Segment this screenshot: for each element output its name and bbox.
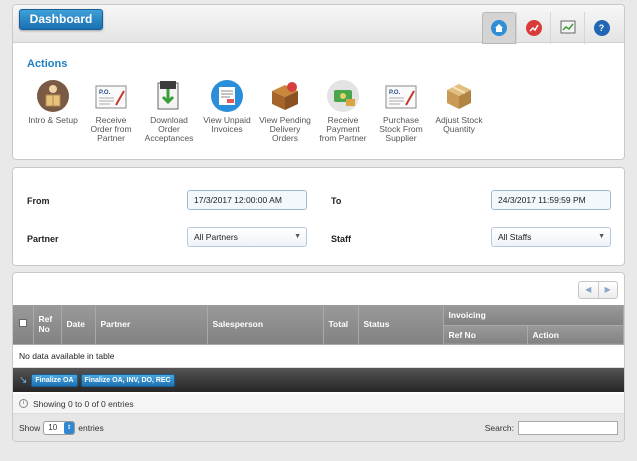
partner-label: Partner xyxy=(27,234,59,244)
entries-label: entries xyxy=(78,422,104,433)
show-label: Show xyxy=(19,422,41,433)
invoice-icon xyxy=(211,80,243,112)
report-button[interactable] xyxy=(550,12,584,44)
col-invoice-action[interactable]: Action xyxy=(527,325,624,345)
col-total[interactable]: Total xyxy=(323,305,359,345)
col-salesperson[interactable]: Salesperson xyxy=(207,305,324,345)
from-date-input[interactable]: 17/3/2017 12:00:00 AM xyxy=(187,190,307,210)
staff-select[interactable]: All Staffs ▼ xyxy=(491,227,611,247)
action-intro-setup[interactable]: Intro & Setup xyxy=(23,79,83,143)
action-label-line3: Supplier xyxy=(385,133,417,143)
action-label-line1: Intro & Setup xyxy=(28,115,78,125)
header-bar: Dashboard ? xyxy=(13,5,624,44)
pagination: ◀ ▶ xyxy=(578,281,618,299)
empty-table-message: No data available in table xyxy=(13,344,624,368)
orders-table-panel: ◀ ▶ Ref No Date Partner Salesperson Tota… xyxy=(12,272,625,442)
payment-icon xyxy=(327,80,359,112)
page-length-value: 10 xyxy=(48,423,58,432)
stepper-arrows-icon: ⇕ xyxy=(64,421,75,434)
action-purchase-stock[interactable]: P.O. Purchase Stock From Supplier xyxy=(371,79,431,143)
action-label-line2: Quantity xyxy=(443,124,475,134)
action-label-line2: Invoices xyxy=(211,124,243,134)
finalize-all-button[interactable]: Finalize OA, INV, DO, REC xyxy=(80,373,175,387)
box-person-icon xyxy=(37,80,69,112)
col-date[interactable]: Date xyxy=(61,305,96,345)
prev-page-button[interactable]: ◀ xyxy=(579,282,599,298)
po-document-icon: P.O. xyxy=(95,85,127,109)
stock-box-icon xyxy=(447,84,471,109)
chart-button[interactable] xyxy=(516,12,550,44)
table-info-text: Showing 0 to 0 of 0 entries xyxy=(33,398,134,409)
finalize-oa-button[interactable]: Finalize OA xyxy=(31,373,78,387)
chart-icon xyxy=(525,20,542,36)
svg-text:P.O.: P.O. xyxy=(389,90,401,96)
col-invoice-ref-no[interactable]: Ref No xyxy=(443,325,528,345)
filters-panel: From 17/3/2017 12:00:00 AM To 24/3/2017 … xyxy=(12,167,625,266)
dashboard-button[interactable]: Dashboard xyxy=(19,9,103,30)
help-icon: ? xyxy=(593,20,610,36)
action-label-line3: Acceptances xyxy=(144,133,194,143)
to-date-input[interactable]: 24/3/2017 11:59:59 PM xyxy=(491,190,611,210)
page-length-select[interactable]: 10 ⇕ xyxy=(43,420,76,435)
info-icon: i xyxy=(19,399,28,408)
orders-table: Ref No Date Partner Salesperson Total St… xyxy=(13,305,624,368)
actions-list: Intro & Setup P.O. Receive Order from Pa… xyxy=(23,79,487,143)
action-receive-payment[interactable]: Receive Payment from Partner xyxy=(313,79,373,143)
partner-select-value: All Partners xyxy=(194,232,238,242)
col-ref-no[interactable]: Ref No xyxy=(33,305,62,345)
next-page-button[interactable]: ▶ xyxy=(599,282,618,298)
arrow-down-right-icon: ↘ xyxy=(19,374,28,386)
home-icon xyxy=(491,20,507,36)
action-download-acceptances[interactable]: Download Order Acceptances xyxy=(139,79,199,143)
po-document-icon: P.O. xyxy=(385,85,417,109)
chevron-down-icon: ▼ xyxy=(294,233,301,240)
search-input[interactable] xyxy=(518,420,618,435)
report-icon xyxy=(560,20,576,36)
action-label-line3: Orders xyxy=(272,133,298,143)
select-all-header xyxy=(13,305,34,345)
table-footer: Show 10 ⇕ entries Search: xyxy=(13,414,624,441)
action-view-pending-delivery[interactable]: View Pending Delivery Orders xyxy=(255,79,315,143)
actions-panel: Dashboard ? Actions Intro & Setup P.O. R… xyxy=(12,4,625,160)
bulk-action-bar: ↘ Finalize OA Finalize OA, INV, DO, REC xyxy=(13,368,624,392)
table-info: i Showing 0 to 0 of 0 entries xyxy=(13,394,624,414)
action-label-line3: Partner xyxy=(97,133,125,143)
delivery-box-icon xyxy=(272,82,298,110)
action-receive-order[interactable]: P.O. Receive Order from Partner xyxy=(81,79,141,143)
col-partner[interactable]: Partner xyxy=(95,305,208,345)
col-status[interactable]: Status xyxy=(358,305,444,345)
action-label-line3: from Partner xyxy=(319,133,367,143)
search-label: Search: xyxy=(484,422,514,433)
chevron-down-icon: ▼ xyxy=(598,233,605,240)
action-view-unpaid-invoices[interactable]: View Unpaid Invoices xyxy=(197,79,257,143)
help-button[interactable]: ? xyxy=(584,12,618,44)
staff-select-value: All Staffs xyxy=(498,232,532,242)
svg-text:P.O.: P.O. xyxy=(99,90,111,96)
action-adjust-stock[interactable]: Adjust Stock Quantity xyxy=(429,79,489,143)
col-invoicing: Invoicing xyxy=(443,305,624,326)
to-label: To xyxy=(331,196,342,206)
from-label: From xyxy=(27,196,50,206)
top-icon-bar: ? xyxy=(482,12,618,44)
staff-label: Staff xyxy=(331,234,351,244)
actions-title: Actions xyxy=(27,58,68,70)
partner-select[interactable]: All Partners ▼ xyxy=(187,227,307,247)
home-button[interactable] xyxy=(482,12,516,44)
select-all-checkbox[interactable] xyxy=(18,319,27,328)
download-icon xyxy=(157,81,179,110)
